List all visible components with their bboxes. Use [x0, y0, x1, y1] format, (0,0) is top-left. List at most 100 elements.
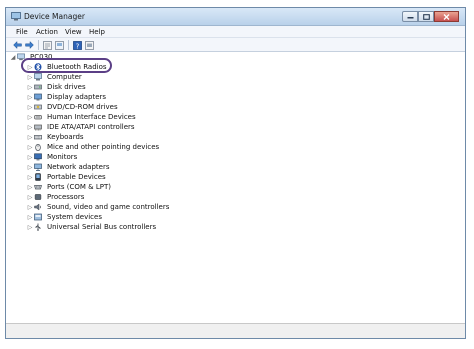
show-hide-icon	[54, 40, 64, 50]
status-bar	[6, 323, 465, 338]
tree-item-label: Network adapters	[47, 163, 110, 171]
toolbar: ?	[6, 38, 465, 52]
help-button[interactable]: ?	[72, 40, 82, 50]
tree-root[interactable]: ◢ PC030	[9, 52, 53, 62]
toolbar-separator	[38, 40, 39, 50]
bluetooth-icon	[34, 63, 42, 71]
minimize-icon	[407, 17, 413, 19]
tree-item-processors[interactable]: ▷ Processors	[26, 192, 85, 202]
close-button[interactable]	[434, 11, 459, 22]
tree-item-label: System devices	[47, 213, 102, 221]
tree-item-portable-devices[interactable]: ▷ Portable Devices	[26, 172, 106, 182]
back-button[interactable]	[12, 40, 22, 50]
expand-arrow-icon[interactable]: ▷	[26, 212, 34, 222]
tree-item-ide-ata-atapi-controllers[interactable]: ▷ IDE ATA/ATAPI controllers	[26, 122, 135, 132]
properties-button[interactable]	[42, 40, 52, 50]
tree-item-label: Monitors	[47, 153, 78, 161]
expand-arrow-icon[interactable]: ▷	[26, 72, 34, 82]
tree-item-label: Portable Devices	[47, 173, 106, 181]
sound-icon	[34, 203, 42, 211]
expand-arrow-icon[interactable]: ▷	[26, 92, 34, 102]
disk-drive-icon	[34, 83, 42, 91]
forward-arrow-icon	[24, 41, 34, 49]
tree-item-network-adapters[interactable]: ▷ Network adapters	[26, 162, 110, 172]
device-manager-app-icon	[11, 12, 21, 21]
window-title: Device Manager	[24, 12, 85, 21]
show-hide-button[interactable]	[54, 40, 64, 50]
expand-arrow-icon[interactable]: ▷	[26, 132, 34, 142]
help-icon: ?	[72, 40, 82, 50]
tree-item-keyboards[interactable]: ▷ Keyboards	[26, 132, 84, 142]
ide-controller-icon	[34, 123, 42, 131]
expand-arrow-icon[interactable]: ▷	[26, 162, 34, 172]
expand-arrow-icon[interactable]: ▷	[26, 112, 34, 122]
tree-item-human-interface-devices[interactable]: ▷ Human Interface Devices	[26, 112, 136, 122]
tree-item-computer[interactable]: ▷ Computer	[26, 72, 82, 82]
maximize-icon	[422, 13, 430, 20]
device-manager-window: Device Manager File Action View Help ? ◢…	[5, 7, 466, 339]
port-icon	[34, 183, 42, 191]
menu-view[interactable]: View	[65, 28, 82, 36]
menu-bar: File Action View Help	[6, 26, 465, 38]
tree-item-universal-serial-bus-controllers[interactable]: ▷ Universal Serial Bus controllers	[26, 222, 156, 232]
expand-arrow-icon[interactable]: ▷	[26, 142, 34, 152]
tree-item-sound-video-game-controllers[interactable]: ▷ Sound, video and game controllers	[26, 202, 170, 212]
tree-item-ports[interactable]: ▷ Ports (COM & LPT)	[26, 182, 111, 192]
tree-item-monitors[interactable]: ▷ Monitors	[26, 152, 78, 162]
expand-arrow-icon[interactable]: ▷	[26, 82, 34, 92]
minimize-button[interactable]	[402, 11, 418, 22]
tree-item-system-devices[interactable]: ▷ System devices	[26, 212, 102, 222]
tree-item-label: Display adapters	[47, 93, 107, 101]
tree-root-label: PC030	[30, 53, 53, 61]
tree-item-label: DVD/CD-ROM drives	[47, 103, 118, 111]
expand-arrow-icon[interactable]: ▷	[26, 152, 34, 162]
system-device-icon	[34, 213, 42, 221]
expand-arrow-icon[interactable]: ▷	[26, 182, 34, 192]
svg-text:?: ?	[75, 42, 79, 50]
forward-button[interactable]	[24, 40, 34, 50]
computer-icon	[34, 73, 42, 81]
hid-icon	[34, 113, 42, 121]
back-arrow-icon	[12, 41, 22, 49]
tree-item-label: Sound, video and game controllers	[47, 203, 170, 211]
tree-item-label: Human Interface Devices	[47, 113, 136, 121]
properties-icon	[42, 40, 52, 50]
keyboard-icon	[34, 133, 42, 141]
tree-item-label: Bluetooth Radios	[47, 63, 107, 71]
tree-item-label: Ports (COM & LPT)	[47, 183, 111, 191]
tree-item-display-adapters[interactable]: ▷ Display adapters	[26, 92, 106, 102]
tree-item-dvd-cd-rom-drives[interactable]: ▷ DVD/CD-ROM drives	[26, 102, 118, 112]
display-adapter-icon	[34, 93, 42, 101]
expand-arrow-icon[interactable]: ▷	[26, 222, 34, 232]
tree-item-disk-drives[interactable]: ▷ Disk drives	[26, 82, 86, 92]
tree-item-label: Mice and other pointing devices	[47, 143, 160, 151]
window-controls	[402, 11, 459, 22]
expand-arrow-icon[interactable]: ▷	[26, 102, 34, 112]
tree-item-label: Disk drives	[47, 83, 86, 91]
expand-arrow-icon[interactable]: ▷	[26, 172, 34, 182]
scan-hardware-button[interactable]	[84, 40, 94, 50]
dvd-drive-icon	[34, 103, 42, 111]
menu-file[interactable]: File	[16, 28, 28, 36]
tree-item-label: IDE ATA/ATAPI controllers	[47, 123, 135, 131]
computer-icon	[17, 53, 25, 61]
scan-icon	[84, 40, 94, 50]
processor-icon	[34, 193, 42, 201]
close-icon	[443, 13, 450, 20]
device-tree: ◢ PC030 ▷ Bluetooth Radios ▷ Computer ▷	[6, 52, 465, 324]
collapse-arrow-icon[interactable]: ◢	[9, 52, 17, 62]
portable-device-icon	[34, 173, 42, 181]
expand-arrow-icon[interactable]: ▷	[26, 62, 34, 72]
network-adapter-icon	[34, 163, 42, 171]
title-bar[interactable]: Device Manager	[6, 8, 465, 26]
menu-help[interactable]: Help	[89, 28, 105, 36]
toolbar-separator	[68, 40, 69, 50]
expand-arrow-icon[interactable]: ▷	[26, 122, 34, 132]
menu-action[interactable]: Action	[36, 28, 58, 36]
tree-item-mice-and-other-pointing-devices[interactable]: ▷ Mice and other pointing devices	[26, 142, 159, 152]
mouse-icon	[34, 143, 42, 151]
expand-arrow-icon[interactable]: ▷	[26, 202, 34, 212]
maximize-button[interactable]	[418, 11, 434, 22]
expand-arrow-icon[interactable]: ▷	[26, 192, 34, 202]
tree-item-bluetooth-radios[interactable]: ▷ Bluetooth Radios	[26, 62, 107, 72]
